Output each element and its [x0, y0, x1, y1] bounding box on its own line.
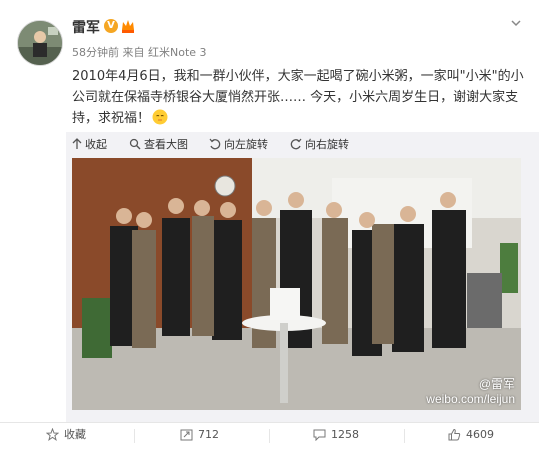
source-prefix: 来自: [122, 46, 145, 59]
chevron-down-icon[interactable]: [510, 17, 522, 29]
collapse-label: 收起: [85, 138, 107, 151]
arrow-up-icon: [72, 138, 82, 149]
avatar[interactable]: [17, 20, 63, 66]
favorite-button[interactable]: 收藏: [45, 423, 86, 450]
post-text: 2010年4月6日，我和一群小伙伴，大家一起喝了碗小米粥，一家叫"小米"的小公司…: [72, 66, 527, 129]
favorite-label: 收藏: [64, 428, 86, 441]
rotate-right-button[interactable]: 向右旋转: [290, 136, 349, 152]
repost-icon: [180, 429, 193, 441]
repost-button[interactable]: 712: [180, 423, 219, 450]
repost-count: 712: [198, 428, 219, 441]
vip-crown-icon: [122, 20, 134, 33]
search-icon: [129, 138, 141, 150]
view-large-label: 查看大图: [144, 138, 188, 151]
collapse-button[interactable]: 收起: [72, 136, 107, 152]
post-time[interactable]: 58分钟前: [72, 46, 119, 59]
rotate-left-icon: [209, 138, 221, 150]
star-icon: [45, 427, 60, 441]
weibo-post-card: 雷军 V 58分钟前 来自 红米Note 3 2010年4月6日，我和一群小伙伴…: [0, 0, 539, 450]
avatar-image: [18, 21, 62, 65]
comment-button[interactable]: 1258: [313, 423, 359, 450]
rotate-left-button[interactable]: 向左旋转: [209, 136, 268, 152]
watermark-name: @雷军: [478, 377, 515, 391]
divider: [404, 429, 405, 443]
watermark-url: weibo.com/leijun: [426, 392, 515, 406]
user-name[interactable]: 雷军: [72, 17, 100, 37]
divider: [269, 429, 270, 443]
photo-watermark: @雷军 weibo.com/leijun: [426, 375, 515, 406]
comment-count: 1258: [331, 428, 359, 441]
verified-badge-icon: V: [104, 19, 118, 33]
thumbs-up-icon: [448, 428, 461, 441]
comment-icon: [313, 429, 326, 442]
action-bar: 收藏 712 1258 4609: [0, 422, 539, 450]
view-large-button[interactable]: 查看大图: [129, 136, 188, 152]
post-body: 2010年4月6日，我和一群小伙伴，大家一起喝了碗小米粥，一家叫"小米"的小公司…: [72, 69, 524, 126]
post-source[interactable]: 红米Note 3: [148, 46, 207, 59]
like-count: 4609: [466, 428, 494, 441]
post-meta: 58分钟前 来自 红米Note 3: [72, 44, 207, 60]
praying-emoji-icon: [152, 109, 168, 125]
like-button[interactable]: 4609: [448, 423, 494, 450]
rotate-left-label: 向左旋转: [224, 138, 268, 151]
group-photo-image: [72, 158, 521, 410]
rotate-right-label: 向右旋转: [305, 138, 349, 151]
post-photo[interactable]: @雷军 weibo.com/leijun: [72, 158, 521, 410]
divider: [134, 429, 135, 443]
rotate-right-icon: [290, 138, 302, 150]
